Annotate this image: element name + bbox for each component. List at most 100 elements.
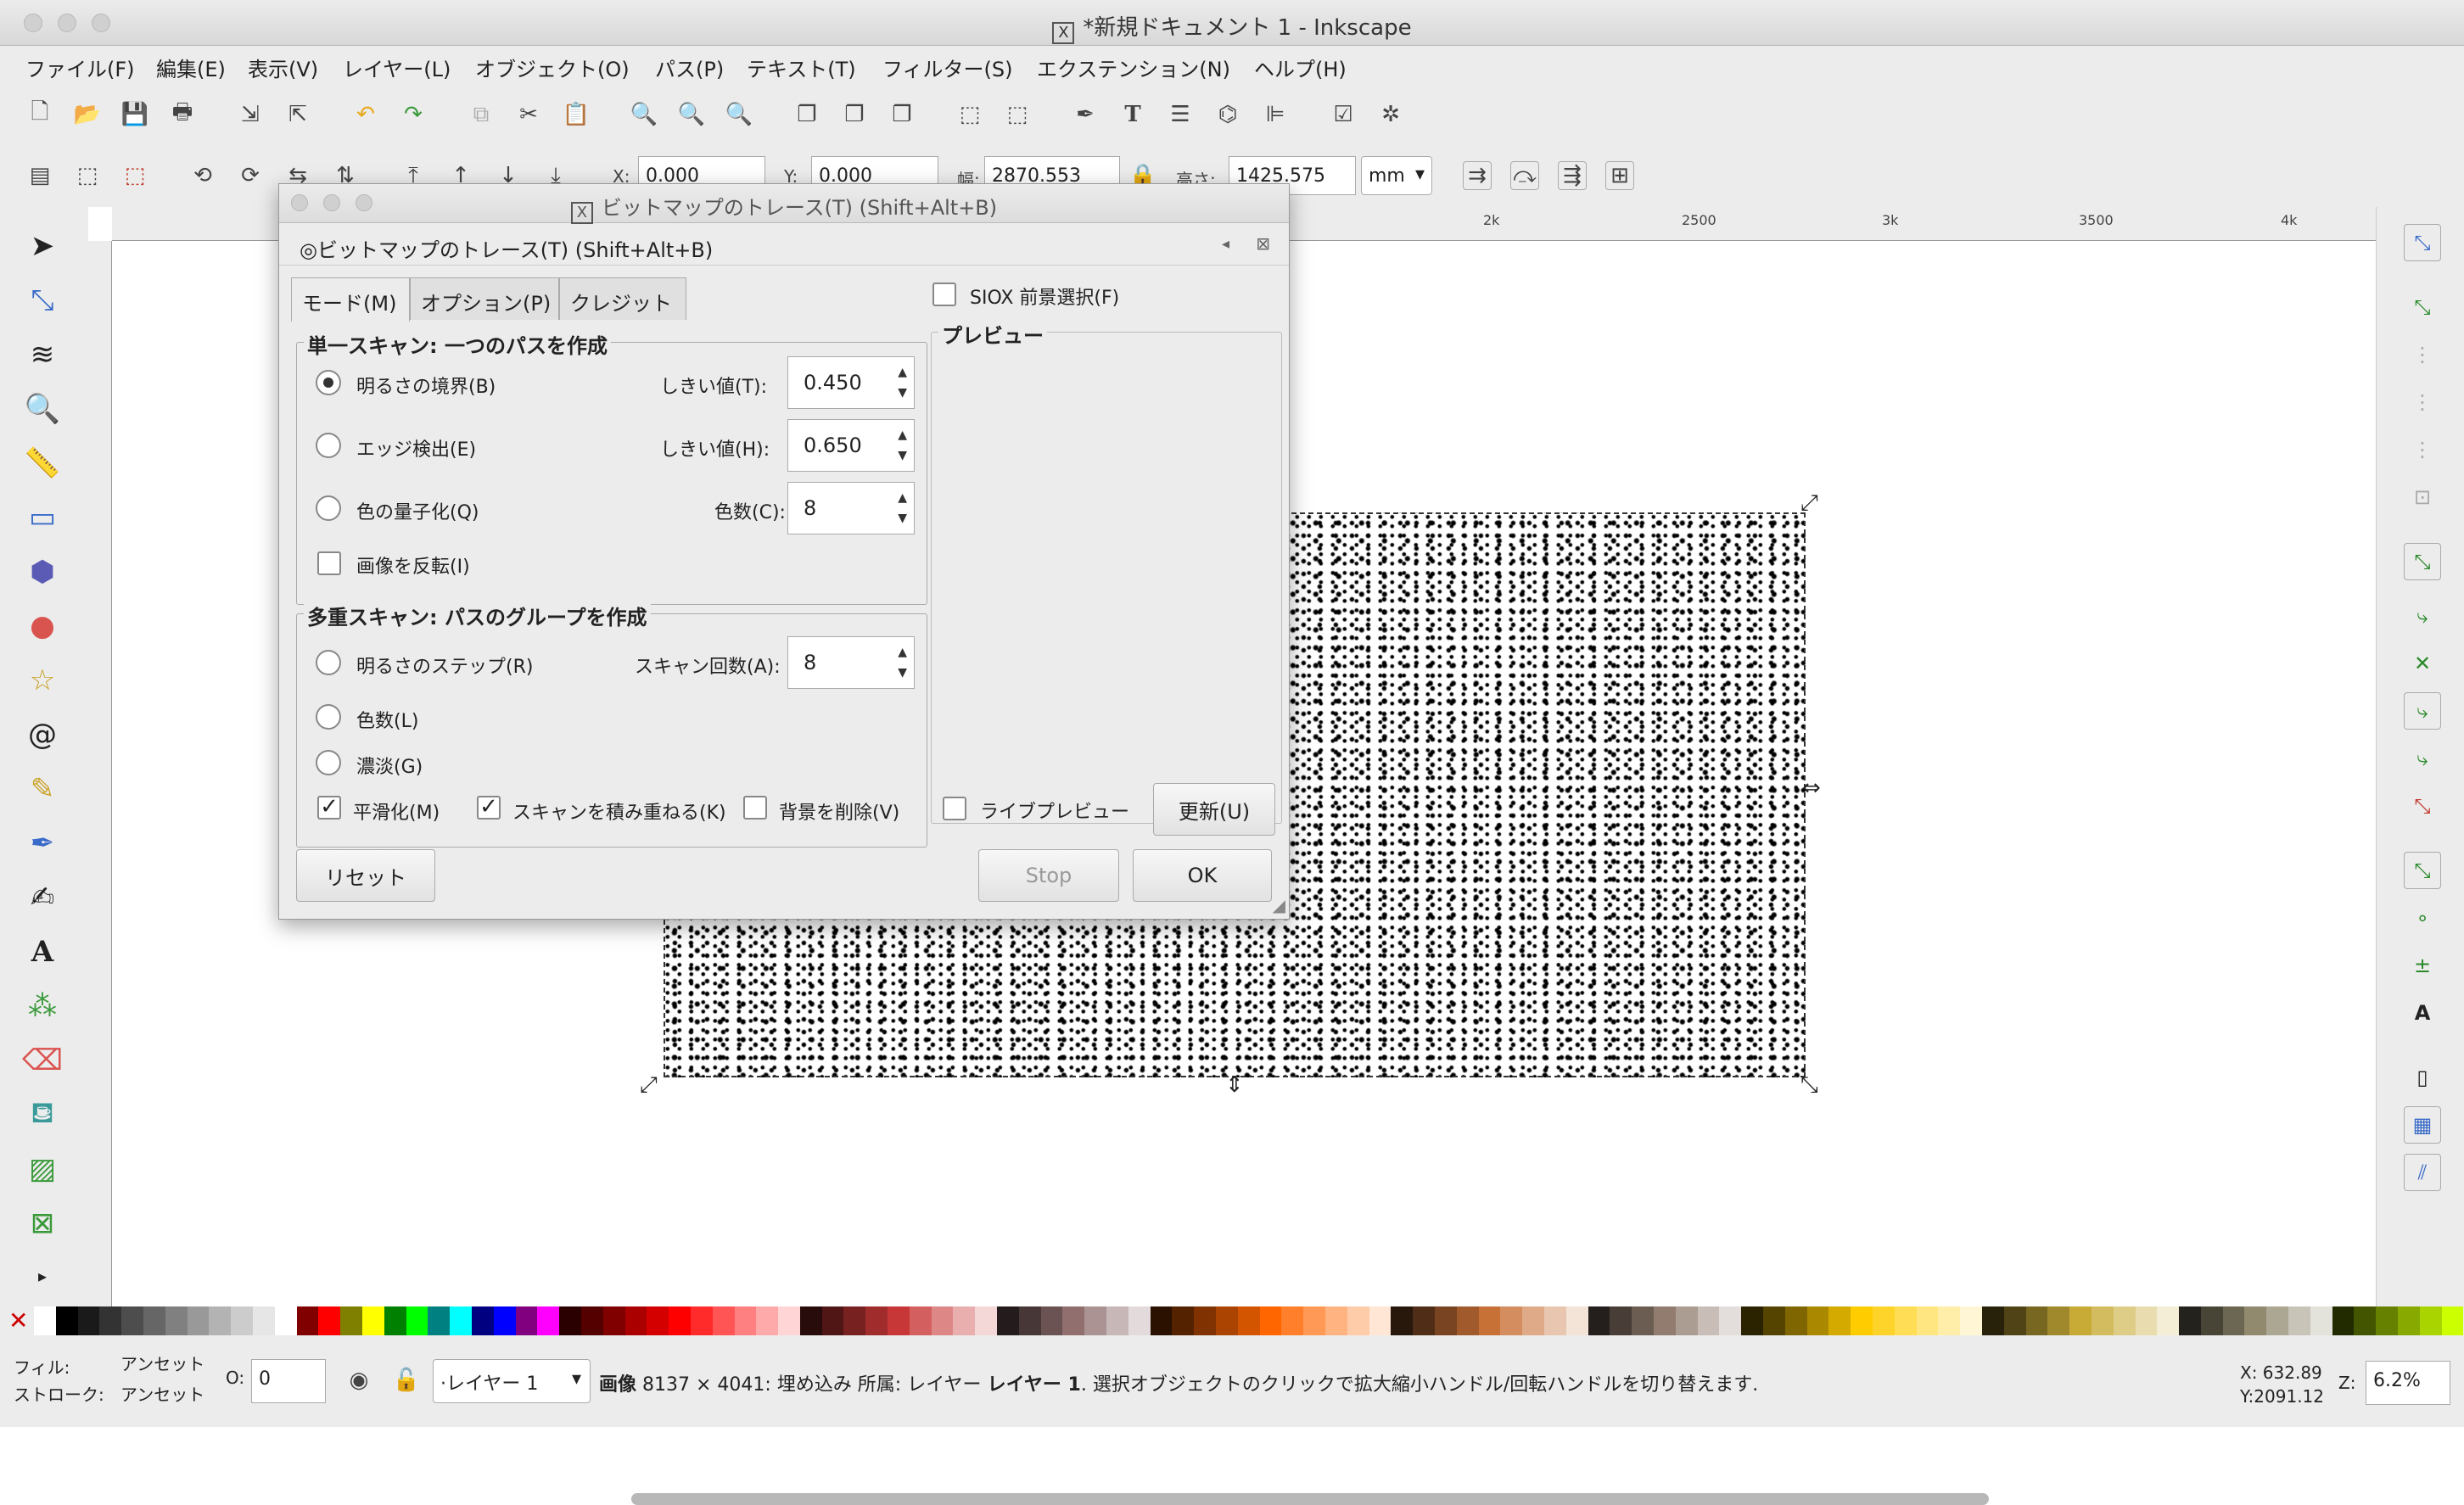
color-swatch[interactable] <box>2069 1306 2092 1335</box>
color-swatch[interactable] <box>2200 1306 2223 1335</box>
calligraphy-tool-icon[interactable]: ✍ <box>20 876 64 920</box>
color-swatch[interactable] <box>2419 1306 2442 1335</box>
color-swatch[interactable] <box>865 1306 888 1335</box>
resize-handle-icon[interactable]: ⇔ <box>1802 775 1821 801</box>
color-swatch[interactable] <box>888 1306 910 1335</box>
color-swatch[interactable] <box>2376 1306 2399 1335</box>
color-swatch[interactable] <box>2332 1306 2355 1335</box>
color-swatch[interactable] <box>1632 1306 1654 1335</box>
fill-value[interactable]: アンセット <box>120 1351 204 1375</box>
color-swatch[interactable] <box>1851 1306 1873 1335</box>
color-swatch[interactable] <box>361 1306 384 1335</box>
color-swatch[interactable]: ✕ <box>8 1306 56 1335</box>
color-swatch[interactable] <box>209 1306 232 1335</box>
threshold-h-input[interactable]: 0.650 <box>787 419 915 472</box>
tab-mode[interactable]: モード(M) <box>291 277 410 322</box>
color-swatch[interactable] <box>1128 1306 1151 1335</box>
smooth-checkbox[interactable]: ✓ <box>317 796 341 820</box>
color-swatch[interactable] <box>1610 1306 1632 1335</box>
document-properties-icon[interactable]: ☑ <box>1329 100 1358 129</box>
color-swatch[interactable] <box>1784 1306 1807 1335</box>
color-swatch[interactable] <box>2222 1306 2245 1335</box>
color-swatch[interactable] <box>77 1306 100 1335</box>
color-swatch[interactable] <box>712 1306 735 1335</box>
snap-path-intersection-icon[interactable]: ✕ <box>2404 645 2441 682</box>
brightness-steps-radio[interactable] <box>316 650 341 675</box>
color-swatch[interactable] <box>1828 1306 1851 1335</box>
more-tools-icon[interactable]: ▸ <box>20 1254 64 1298</box>
threshold-t-input[interactable]: 0.450 <box>787 356 915 409</box>
color-swatch[interactable] <box>624 1306 647 1335</box>
color-swatch[interactable] <box>799 1306 822 1335</box>
resize-handle-icon[interactable]: ⇕ <box>1225 1072 1244 1098</box>
color-swatch[interactable] <box>1150 1306 1173 1335</box>
color-swatch[interactable] <box>1719 1306 1742 1335</box>
snap-cusp-nodes-icon[interactable]: ⤷ <box>2404 692 2441 730</box>
opacity-input[interactable]: 0 <box>251 1359 326 1403</box>
dock-icon[interactable]: ◂ <box>1222 235 1229 253</box>
color-swatch[interactable] <box>669 1306 691 1335</box>
snap-bbox-corner-icon[interactable]: ⋮ <box>2404 383 2441 421</box>
color-swatch[interactable] <box>559 1306 581 1335</box>
zoom-page-icon[interactable]: 🔍 <box>725 100 753 129</box>
color-swatch[interactable] <box>1347 1306 1369 1335</box>
new-document-icon[interactable]: 🗋 <box>25 99 54 129</box>
ok-button[interactable]: OK <box>1133 849 1272 902</box>
color-swatch[interactable] <box>1040 1306 1063 1335</box>
color-swatch[interactable] <box>2047 1306 2070 1335</box>
color-swatch[interactable] <box>99 1306 122 1335</box>
color-swatch[interactable] <box>843 1306 866 1335</box>
transform-gradients-icon[interactable]: ⇶ <box>1558 161 1587 190</box>
color-swatch[interactable] <box>2135 1306 2158 1335</box>
color-swatch[interactable] <box>1018 1306 1041 1335</box>
color-swatch[interactable] <box>2354 1306 2377 1335</box>
color-swatch[interactable] <box>1435 1306 1457 1335</box>
color-swatch[interactable] <box>1172 1306 1195 1335</box>
color-swatch[interactable] <box>1894 1306 1917 1335</box>
color-swatch[interactable] <box>1543 1306 1566 1335</box>
gradient-tool-icon[interactable]: ▨ <box>20 1147 64 1191</box>
snap-paths-icon[interactable]: ⤷ <box>2404 597 2441 635</box>
menu-text[interactable]: テキスト(T) <box>747 53 856 82</box>
snap-center-icon[interactable]: ∘ <box>2404 899 2441 937</box>
tweak-tool-icon[interactable]: ≋ <box>20 333 64 377</box>
color-swatch[interactable] <box>1456 1306 1479 1335</box>
text-tool-icon[interactable]: A <box>20 930 64 974</box>
selector-tool-icon[interactable]: ➤ <box>20 224 64 268</box>
color-swatch[interactable] <box>406 1306 428 1335</box>
close-icon[interactable]: ⊠ <box>1256 233 1270 254</box>
eye-icon[interactable]: ◉ <box>344 1366 373 1395</box>
layer-select[interactable]: ·レイヤー 1 ▾ <box>433 1359 591 1403</box>
pencil-tool-icon[interactable]: ✎ <box>20 767 64 811</box>
color-swatch[interactable] <box>1675 1306 1698 1335</box>
color-swatch[interactable] <box>2266 1306 2289 1335</box>
color-swatch[interactable] <box>1478 1306 1501 1335</box>
open-icon[interactable]: 📂 <box>73 100 102 129</box>
node-tool-icon[interactable]: ⤡ <box>20 278 64 322</box>
print-icon[interactable]: 🖶 <box>168 99 197 129</box>
snap-smooth-nodes-icon[interactable]: ⤷ <box>2404 740 2441 777</box>
color-swatch[interactable] <box>1588 1306 1610 1335</box>
color-swatch[interactable] <box>2091 1306 2114 1335</box>
color-swatch[interactable] <box>1281 1306 1304 1335</box>
paste-icon[interactable]: 📋 <box>562 100 591 129</box>
unit-select[interactable]: mm ▾ <box>1361 156 1432 195</box>
menu-extensions[interactable]: エクステンション(N) <box>1037 53 1230 82</box>
color-swatch[interactable] <box>1194 1306 1217 1335</box>
color-swatch[interactable] <box>1916 1306 1939 1335</box>
color-swatch[interactable] <box>1062 1306 1085 1335</box>
color-swatch[interactable] <box>1259 1306 1282 1335</box>
menu-path[interactable]: パス(P) <box>655 53 724 82</box>
color-swatch[interactable] <box>1981 1306 2004 1335</box>
scale-corners-icon[interactable]: ⤼ <box>1510 161 1539 190</box>
deselect-icon[interactable]: ⬚ <box>120 161 149 190</box>
color-swatch[interactable] <box>296 1306 319 1335</box>
text-font-icon[interactable]: T <box>1118 100 1147 129</box>
color-swatch[interactable] <box>602 1306 625 1335</box>
copy-icon[interactable]: ⧉ <box>467 100 496 129</box>
color-swatch[interactable] <box>1216 1306 1238 1335</box>
snap-nodes-icon[interactable]: ⤡ <box>2404 543 2441 580</box>
spiral-tool-icon[interactable]: @ <box>20 713 64 757</box>
ellipse-tool-icon[interactable]: ● <box>20 604 64 648</box>
resize-grip-icon[interactable]: ◢ <box>1273 895 1285 915</box>
